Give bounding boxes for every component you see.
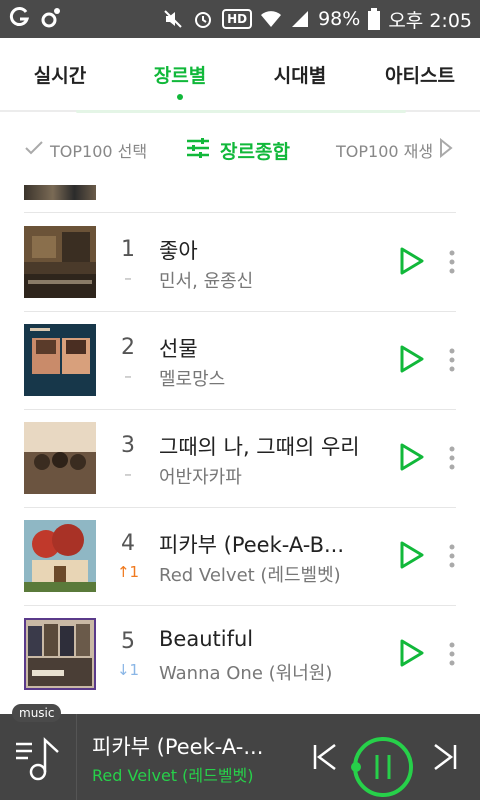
chart-tabs: 실시간 장르별 시대별 아티스트: [0, 38, 480, 110]
tab-label: 장르별: [153, 64, 207, 87]
rank-number: 4: [121, 531, 135, 556]
active-tab-dot: [177, 93, 183, 100]
album-art[interactable]: [24, 226, 96, 298]
mini-player[interactable]: 피카부 (Peek-A-... Red Velvet (레드벨벳): [0, 714, 480, 800]
rank-change: –: [124, 367, 132, 385]
play-button[interactable]: [398, 638, 426, 668]
play-button[interactable]: [398, 344, 426, 374]
genre-filter-button[interactable]: 장르종합: [186, 128, 290, 172]
song-artist: 민서, 윤종신: [159, 271, 254, 292]
rank-change: ↓1: [116, 661, 140, 679]
album-art[interactable]: [24, 520, 96, 592]
rank-change: –: [124, 269, 132, 287]
tab-scroll-indicator: [76, 110, 406, 113]
tab-label: 시대별: [273, 64, 327, 87]
album-art[interactable]: [24, 618, 96, 690]
battery-icon: [368, 8, 381, 30]
chart-row-5[interactable]: 5 ↓1 Beautiful Wanna One (워너원): [0, 605, 480, 703]
music-badge: music: [12, 704, 62, 722]
song-title: 그때의 나, 그때의 우리: [159, 435, 360, 459]
play-outline-icon: [439, 137, 453, 162]
song-title: Beautiful: [159, 627, 254, 651]
tab-genre[interactable]: 장르별: [138, 38, 222, 110]
clock: 오후 2:05: [388, 9, 472, 32]
mute-icon: [162, 8, 184, 30]
pause-button[interactable]: [350, 734, 416, 804]
battery-percent: 98%: [318, 8, 361, 30]
now-playing-artist: Red Velvet (레드벨벳): [92, 766, 254, 785]
rank-number: 2: [121, 335, 135, 360]
more-options-button[interactable]: [446, 445, 458, 471]
chart-row-1[interactable]: 1 – 좋아 민서, 윤종신: [0, 213, 480, 311]
song-artist: Red Velvet (레드벨벳): [159, 565, 341, 586]
album-art[interactable]: [24, 324, 96, 396]
more-options-button[interactable]: [446, 543, 458, 569]
check-icon: [24, 140, 44, 160]
player-divider: [76, 714, 77, 800]
play-button[interactable]: [398, 246, 426, 276]
wifi-icon: [260, 9, 282, 29]
chart-row-2[interactable]: 2 – 선물 멜로망스: [0, 311, 480, 409]
rank-number: 1: [121, 237, 135, 262]
song-artist: 어반자카파: [159, 467, 242, 488]
rank-number: 3: [121, 433, 135, 458]
song-title: 좋아: [159, 239, 198, 263]
top100-select-button[interactable]: TOP100 선택: [24, 128, 147, 172]
rank-number: 5: [121, 629, 135, 654]
playlist-music-icon[interactable]: [14, 734, 62, 786]
hd-icon: HD: [222, 9, 253, 29]
tab-label: 실시간: [33, 64, 87, 87]
tab-realtime[interactable]: 실시간: [18, 38, 102, 110]
song-title: 선물: [159, 337, 198, 361]
tab-label: 아티스트: [385, 64, 455, 87]
album-art[interactable]: [24, 422, 96, 494]
alarm-icon: [192, 8, 214, 30]
tab-artist[interactable]: 아티스트: [372, 38, 468, 110]
now-playing-title: 피카부 (Peek-A-...: [92, 735, 264, 759]
rank-change: ↑1: [116, 563, 140, 581]
rank-change: –: [124, 465, 132, 483]
top100-play-label: TOP100 재생: [336, 142, 434, 161]
filter-sliders-icon: [186, 137, 210, 164]
song-title: 피카부 (Peek-A-B...: [159, 533, 345, 557]
signal-icon: [290, 9, 310, 29]
play-button[interactable]: [398, 442, 426, 472]
song-artist: 멜로망스: [159, 369, 226, 390]
music-notification-icon: [40, 7, 62, 29]
top100-play-button[interactable]: TOP100 재생: [336, 128, 453, 172]
chart-toolbar: TOP100 선택 장르종합 TOP100 재생: [0, 128, 480, 172]
tab-era[interactable]: 시대별: [258, 38, 342, 110]
more-options-button[interactable]: [446, 641, 458, 667]
chart-row-4[interactable]: 4 ↑1 피카부 (Peek-A-B... Red Velvet (레드벨벳): [0, 507, 480, 605]
genre-filter-label: 장르종합: [220, 140, 290, 163]
chart-row-3[interactable]: 3 – 그때의 나, 그때의 우리 어반자카파: [0, 409, 480, 507]
more-options-button[interactable]: [446, 249, 458, 275]
album-art-partial[interactable]: [24, 185, 96, 200]
status-bar: HD 98% 오후 2:05: [0, 0, 480, 38]
song-artist: Wanna One (워너원): [159, 663, 333, 684]
app-notification-icon: [8, 7, 30, 29]
next-track-button[interactable]: [432, 743, 458, 775]
play-button[interactable]: [398, 540, 426, 570]
previous-track-button[interactable]: [312, 743, 338, 775]
more-options-button[interactable]: [446, 347, 458, 373]
top100-select-label: TOP100 선택: [50, 142, 148, 161]
